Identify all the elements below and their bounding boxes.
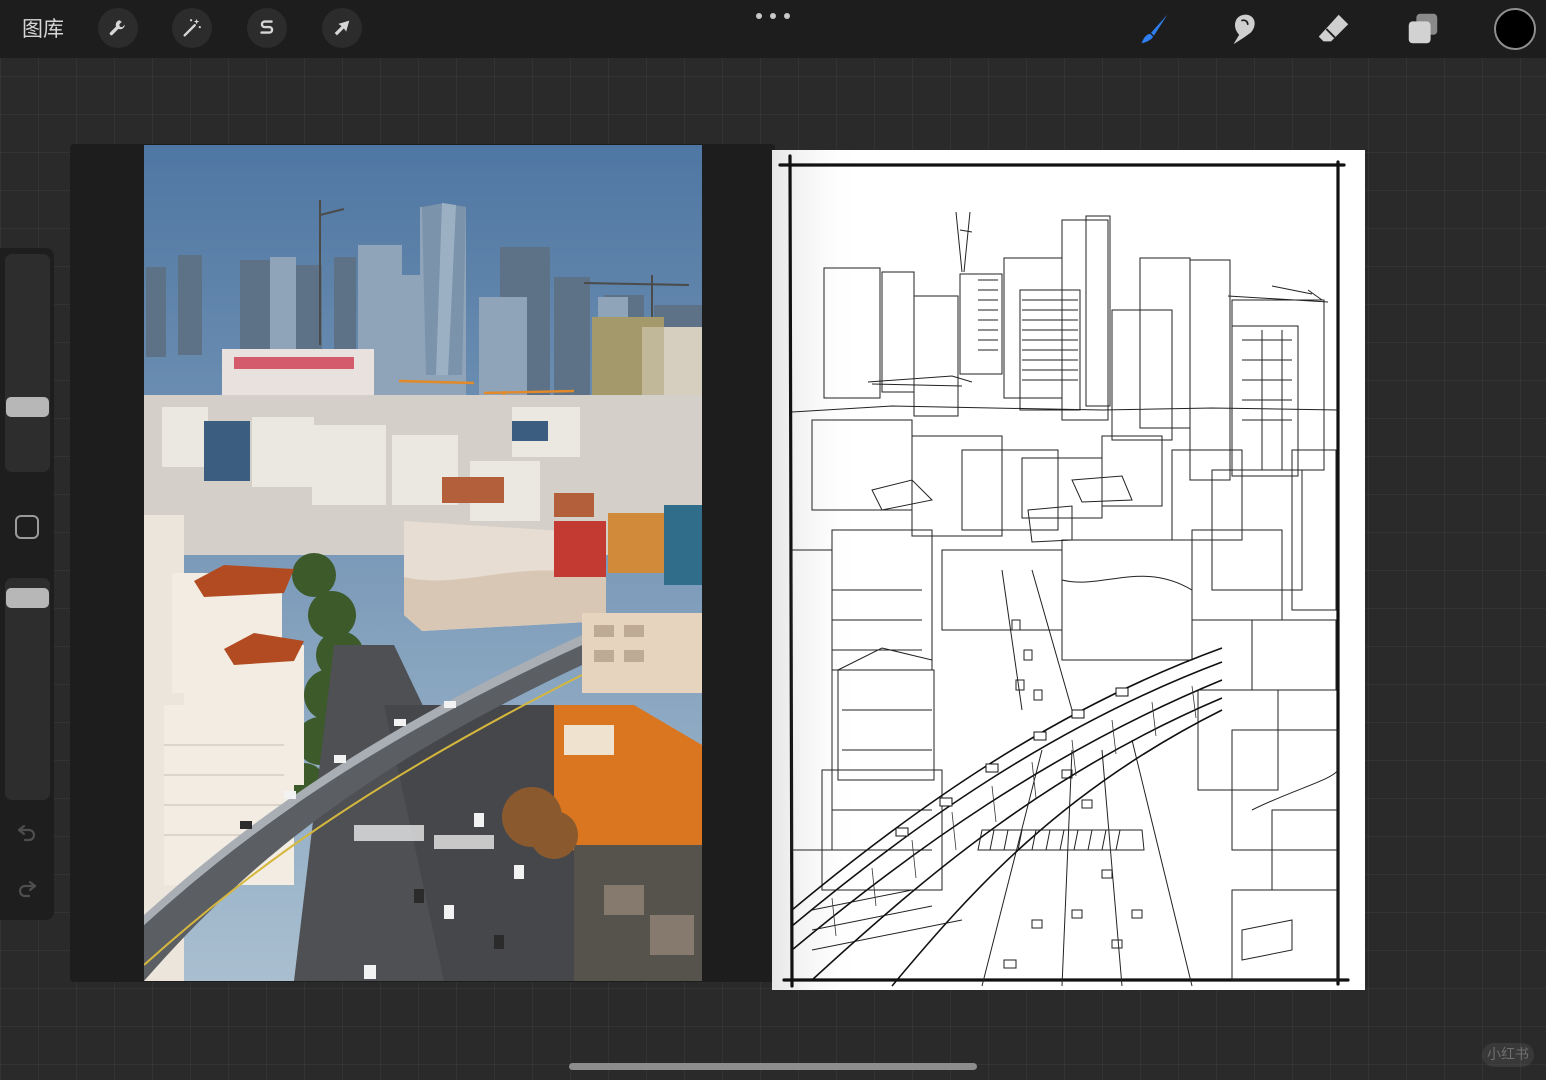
actions-button[interactable] [98, 8, 138, 48]
arrow-cursor-icon [334, 20, 350, 36]
eraser-icon [1318, 14, 1349, 42]
redo-icon [18, 880, 37, 898]
reference-photo[interactable] [144, 145, 702, 981]
wrench-icon [109, 20, 125, 36]
transform-button[interactable] [322, 8, 362, 48]
color-picker-button[interactable] [1494, 8, 1536, 50]
selection-s-icon [260, 20, 274, 34]
brush-size-thumb[interactable] [6, 397, 49, 417]
brush-tool-button[interactable] [1131, 8, 1175, 50]
layers-icon [1408, 13, 1438, 44]
city-overpass-photo [144, 145, 702, 981]
brush-size-slider[interactable] [5, 254, 50, 472]
redo-button[interactable] [13, 874, 41, 902]
eraser-tool-button[interactable] [1311, 8, 1355, 50]
smudge-tool-button[interactable] [1221, 8, 1265, 50]
opacity-thumb[interactable] [6, 588, 49, 608]
watermark: 小红书 [1482, 1043, 1534, 1067]
drawing-canvas[interactable] [772, 150, 1365, 990]
magic-wand-icon [183, 18, 201, 37]
undo-icon [17, 824, 36, 842]
modify-button-square-icon[interactable] [15, 515, 39, 539]
dot [770, 13, 776, 19]
selection-button[interactable] [247, 8, 287, 48]
undo-button[interactable] [13, 818, 41, 846]
brush-icon [1141, 14, 1168, 44]
gallery-button[interactable]: 图库 [22, 14, 64, 44]
more-options-ellipsis-icon[interactable] [756, 10, 790, 22]
dot [756, 13, 762, 19]
left-sidebar [0, 248, 54, 920]
top-toolbar: 图库 [0, 0, 1546, 58]
smudge-finger-icon [1233, 14, 1255, 45]
opacity-slider[interactable] [5, 578, 50, 800]
city-overpass-sketch [772, 150, 1365, 990]
layers-button[interactable] [1401, 8, 1445, 50]
home-indicator[interactable] [569, 1063, 977, 1070]
dot [784, 13, 790, 19]
adjustments-button[interactable] [172, 8, 212, 48]
